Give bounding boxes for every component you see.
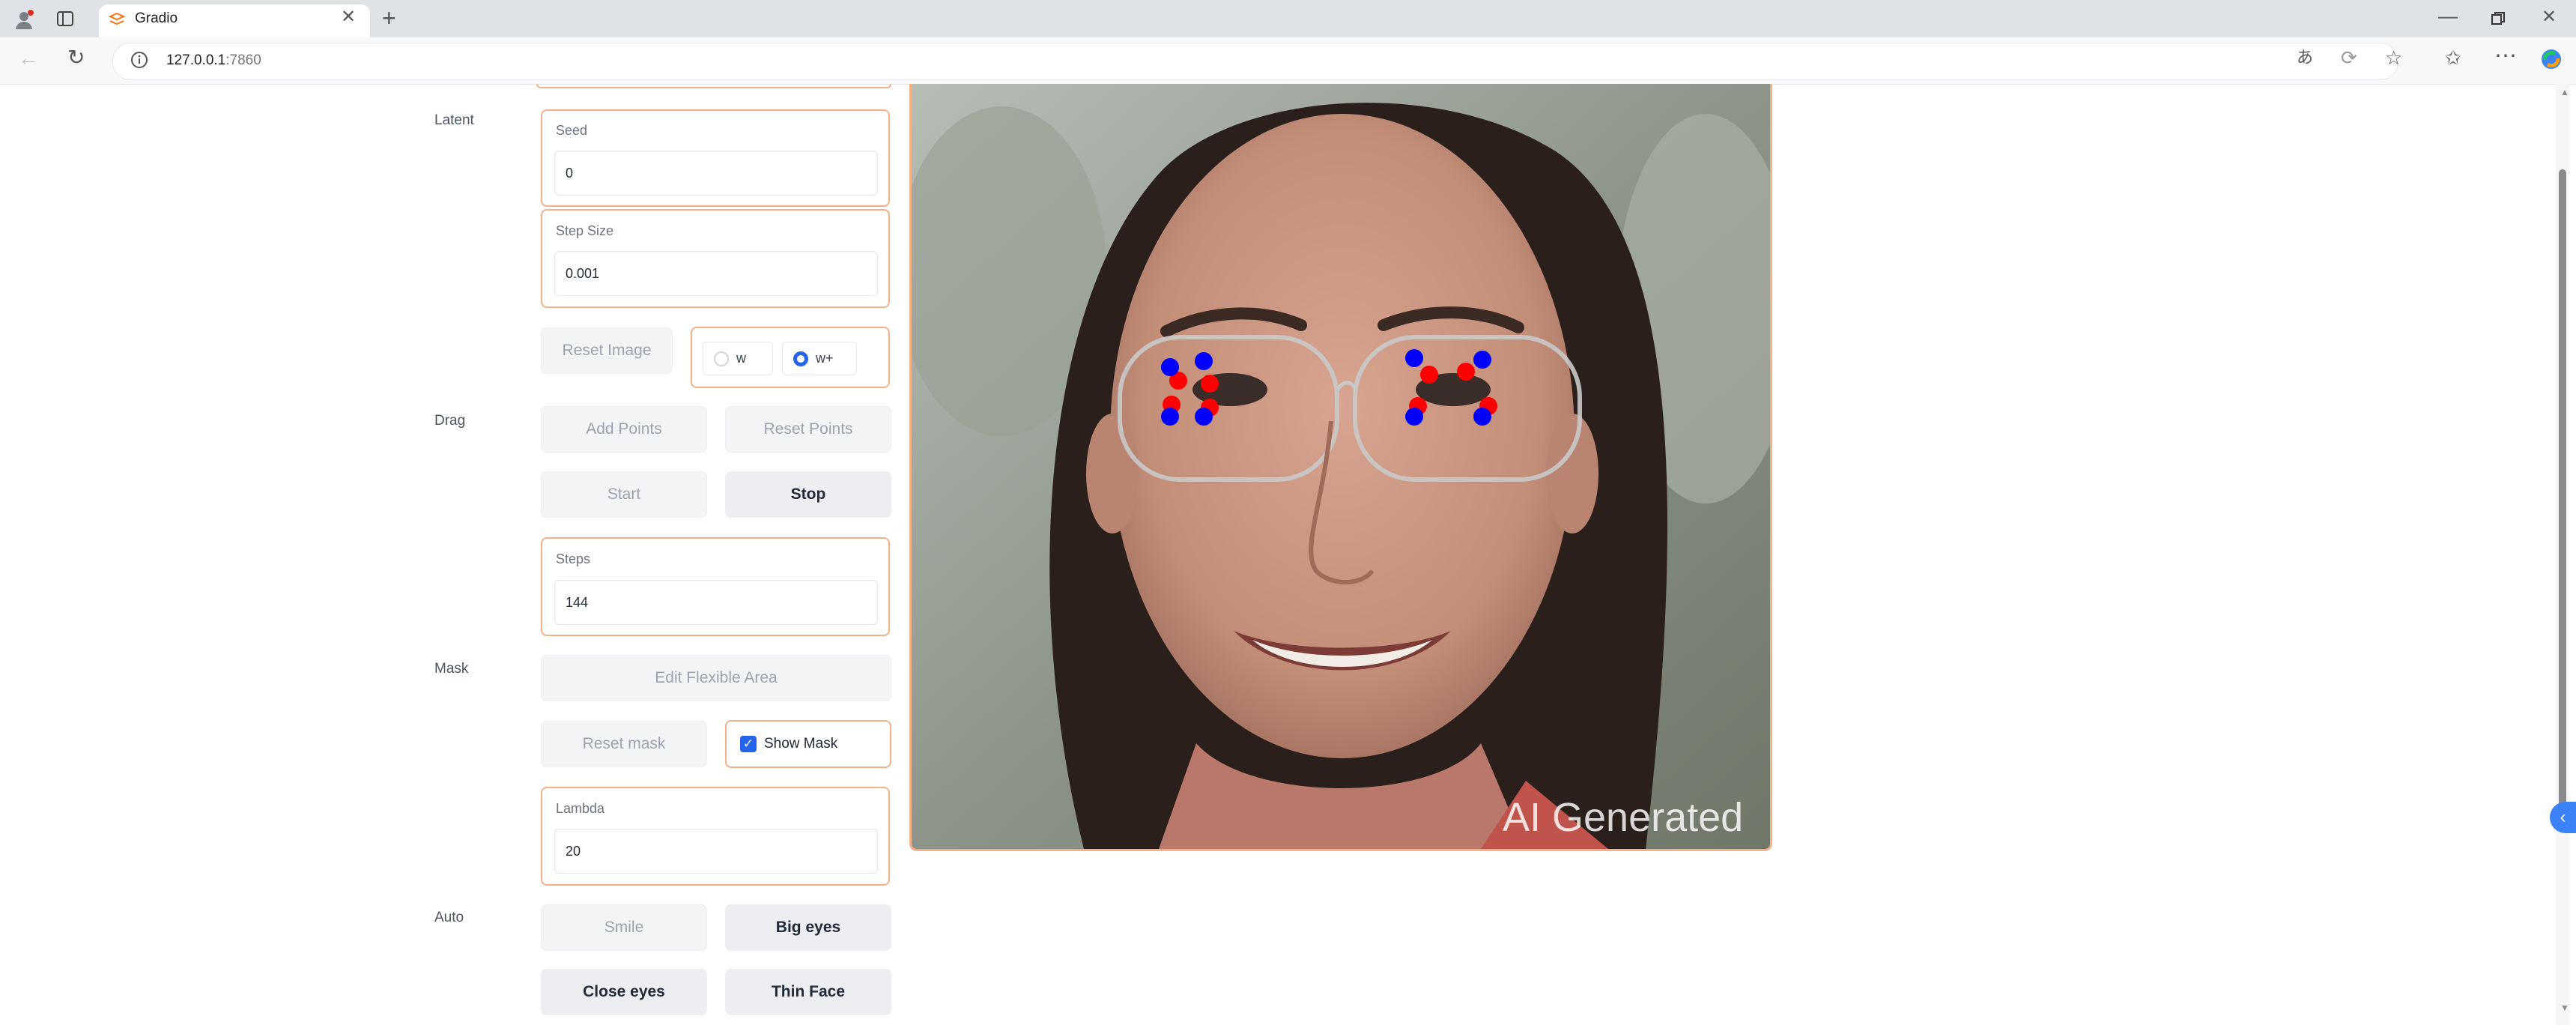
gradio-favicon-icon — [108, 12, 126, 31]
handle-point[interactable] — [1420, 366, 1438, 384]
stop-button[interactable]: Stop — [725, 471, 891, 518]
scroll-down-icon[interactable]: ▼ — [2560, 1003, 2569, 1013]
lambda-input[interactable]: 20 — [554, 829, 878, 874]
radio-wplus-label: w+ — [816, 351, 834, 366]
latent-label: Latent — [434, 112, 474, 128]
target-point[interactable] — [1195, 352, 1213, 370]
image-canvas[interactable] — [909, 84, 1772, 851]
profile-icon[interactable] — [13, 9, 34, 33]
url-port: :7860 — [225, 52, 261, 68]
steps-label: Steps — [556, 551, 591, 566]
target-point[interactable] — [1161, 358, 1179, 376]
radio-option-w[interactable]: w — [703, 342, 773, 375]
browser-tab-bar: Gradio ✕ + — ✕ — [0, 0, 2576, 37]
more-menu-icon[interactable]: ⋯ — [2494, 45, 2517, 67]
sidebar-toggle-icon[interactable]: ‹ — [2550, 802, 2576, 833]
handle-point[interactable] — [1201, 375, 1219, 393]
show-mask-checkbox[interactable]: ✓ Show Mask — [725, 720, 891, 768]
drag-label: Drag — [434, 413, 466, 429]
radio-wplus-indicator — [793, 351, 808, 366]
face-image — [912, 84, 1770, 849]
ai-generated-watermark: AI Generated — [1503, 795, 1744, 840]
tab-title: Gradio — [135, 10, 178, 26]
steps-input[interactable]: 144 — [554, 580, 878, 625]
handle-point[interactable] — [1457, 363, 1475, 381]
back-icon[interactable]: ← — [18, 48, 39, 69]
favorite-star-icon[interactable]: ☆ — [2385, 48, 2402, 67]
read-aloud-icon[interactable]: あ — [2297, 49, 2313, 66]
target-point[interactable] — [1195, 408, 1213, 426]
scrollbar-track[interactable]: ▲ ▼ — [2556, 84, 2569, 1025]
target-point[interactable] — [1473, 408, 1491, 426]
big-eyes-button[interactable]: Big eyes — [725, 904, 891, 951]
smile-button[interactable]: Smile — [541, 904, 707, 951]
tab-actions-icon[interactable] — [55, 9, 75, 32]
copilot-icon[interactable] — [2540, 48, 2563, 74]
step-size-input[interactable]: 0.001 — [554, 251, 878, 296]
target-point[interactable] — [1161, 408, 1179, 426]
thin-face-button[interactable]: Thin Face — [725, 969, 891, 1015]
target-point[interactable] — [1473, 351, 1491, 369]
minimize-icon[interactable]: — — [2438, 6, 2458, 25]
url-host: 127.0.0.1 — [166, 52, 226, 68]
add-points-button[interactable]: Add Points — [541, 406, 707, 453]
seed-input[interactable]: 0 — [554, 151, 878, 196]
favorites-icon[interactable]: ✩ — [2445, 48, 2461, 67]
url-text[interactable]: 127.0.0.1:7860 — [166, 52, 261, 69]
lambda-label: Lambda — [556, 801, 605, 816]
restore-icon[interactable] — [2490, 10, 2506, 31]
site-info-icon[interactable] — [130, 51, 148, 73]
start-button[interactable]: Start — [541, 471, 707, 518]
radio-w-label: w — [736, 351, 746, 366]
app-available-icon[interactable]: ⟳ — [2341, 48, 2357, 67]
address-bar[interactable] — [112, 43, 2398, 80]
reset-points-button[interactable]: Reset Points — [725, 406, 891, 453]
step-size-label: Step Size — [556, 223, 614, 238]
panel-above-fragment — [536, 84, 891, 88]
auto-label: Auto — [434, 910, 464, 925]
close-window-icon[interactable]: ✕ — [2542, 8, 2557, 26]
close-tab-icon[interactable]: ✕ — [341, 8, 356, 26]
reset-mask-button[interactable]: Reset mask — [541, 721, 707, 767]
target-point[interactable] — [1405, 408, 1423, 426]
seed-label: Seed — [556, 123, 588, 138]
close-eyes-button[interactable]: Close eyes — [541, 969, 707, 1015]
refresh-icon[interactable]: ↻ — [67, 47, 85, 68]
scrollbar-thumb[interactable] — [2559, 169, 2566, 821]
reset-image-button[interactable]: Reset Image — [541, 327, 673, 374]
edit-flexible-area-button[interactable]: Edit Flexible Area — [541, 655, 891, 701]
new-tab-icon[interactable]: + — [382, 6, 396, 30]
radio-option-wplus[interactable]: w+ — [782, 342, 857, 375]
target-point[interactable] — [1405, 349, 1423, 367]
checkbox-checked-icon: ✓ — [740, 736, 757, 752]
scroll-up-icon[interactable]: ▲ — [2560, 87, 2569, 97]
radio-w-indicator — [714, 351, 729, 366]
mask-label: Mask — [434, 661, 469, 677]
show-mask-label: Show Mask — [764, 736, 838, 752]
